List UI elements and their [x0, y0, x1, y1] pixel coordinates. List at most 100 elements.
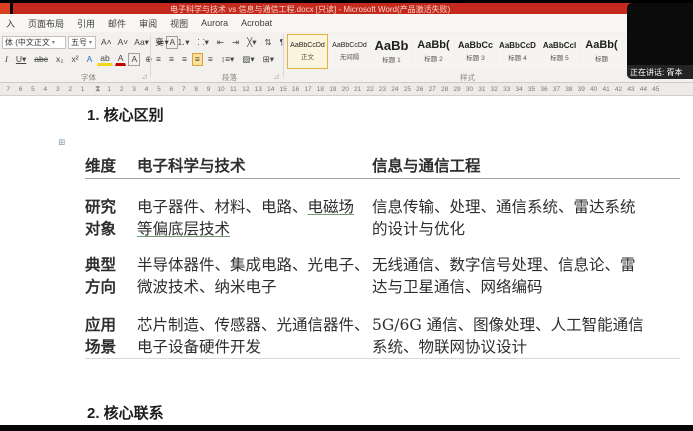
table-header-ee: 电子科学与技术	[137, 156, 246, 175]
font-group-row1: 体 (中文正文 ▾ 五号 ▾ A˄ A˅ Aa▾ 变 A	[2, 35, 179, 49]
tab-page-layout[interactable]: 页面布局	[28, 17, 64, 30]
italic-icon[interactable]: I	[2, 53, 11, 66]
style-heading-2[interactable]: AaBb( 标题 2	[413, 34, 454, 69]
heading-2: 2. 核心联系	[87, 405, 164, 422]
indent-marker-icon[interactable]: ⧗	[95, 84, 101, 94]
cell-ee: 芯片制造、传感器、光通信器件、 电子设备硬件开发	[137, 316, 370, 356]
paragraph-group-label: 段落	[222, 73, 237, 82]
group-divider	[150, 35, 151, 77]
borders-icon[interactable]: ⊞▾	[260, 53, 277, 66]
style-sample-text: AaBb	[374, 39, 409, 52]
font-name-combo[interactable]: 体 (中文正文 ▾	[2, 35, 66, 49]
window-titlebar: 电子科学与技术 vs 信息与通信工程.docx [只读] - Microsoft…	[13, 3, 693, 14]
increase-indent-icon[interactable]: ⇥	[229, 36, 242, 49]
paragraph-group-row1: ≔▾ ⒈▾ ⸬▾ ⇤ ⇥ ╳▾ ⇅ ¶	[153, 35, 287, 49]
underline-icon[interactable]: U▾	[13, 53, 29, 66]
chevron-down-icon: ▾	[89, 39, 93, 46]
style-label: 标题 4	[508, 54, 527, 62]
align-right-icon[interactable]: ≡	[179, 53, 190, 66]
tab-review[interactable]: 审阅	[139, 17, 157, 30]
justify-icon[interactable]: ≡	[191, 52, 203, 66]
style-label: 标题 5	[550, 54, 569, 62]
font-group-label: 字体	[81, 73, 96, 82]
cell-ice: 信息传输、处理、通信系统、雷达系统 的设计与优化	[372, 198, 636, 238]
subscript-icon[interactable]: x₂	[53, 53, 67, 66]
style-sample-text: AaBb(	[585, 40, 618, 51]
font-color-icon[interactable]: A	[114, 53, 127, 66]
align-center-icon[interactable]: ≡	[166, 53, 177, 66]
tab-references[interactable]: 引用	[77, 17, 95, 30]
tab-aurora[interactable]: Aurora	[201, 18, 228, 28]
asian-layout-icon[interactable]: ╳▾	[244, 36, 259, 49]
sort-icon[interactable]: ⇅	[262, 36, 275, 49]
grow-font-icon[interactable]: A˄	[98, 36, 115, 49]
style-sample-text: AaBbCcDd	[290, 42, 325, 49]
cell-ice: 无线通信、数字信号处理、信息论、雷 达与卫星通信、网络编码	[372, 256, 636, 296]
font-group-row2: I U▾ abc x₂ x² Aab A A ⊕	[2, 52, 155, 66]
styles-group-label: 样式	[460, 73, 475, 82]
paragraph-dialog-launcher-icon[interactable]: ◿	[274, 73, 279, 80]
superscript-icon[interactable]: x²	[69, 53, 82, 66]
screen-bottom-edge	[0, 425, 693, 431]
table-header-dimension: 维度	[85, 156, 117, 175]
style-heading-5[interactable]: AaBbCcl 标题 5	[539, 34, 580, 69]
decrease-indent-icon[interactable]: ⇤	[214, 36, 227, 49]
style-sample-text: AaBbCcDd	[332, 42, 367, 49]
distribute-icon[interactable]: ≡	[205, 53, 216, 66]
strikethrough-icon[interactable]: abc	[31, 53, 51, 66]
bullets-icon[interactable]: ≔▾	[153, 36, 172, 49]
text-effects-icon[interactable]: A	[84, 53, 96, 66]
ruler-margin-numbers: 7654321	[6, 86, 85, 93]
tab-view[interactable]: 视图	[170, 17, 188, 30]
style-label: 标题	[595, 56, 608, 63]
grammar-underlined-text: 电磁场	[307, 198, 355, 216]
cell-ee: 电子器件、材料、电路、电磁场 等偏底层技术	[137, 198, 355, 238]
align-left-icon[interactable]: ≡	[153, 53, 164, 66]
tab-insert-clipped[interactable]: 入	[6, 17, 15, 30]
multilevel-list-icon[interactable]: ⸬▾	[195, 36, 212, 49]
tab-mailings[interactable]: 邮件	[108, 17, 126, 30]
style-sample-text: AaBbCcD	[499, 41, 536, 50]
style-label: 无间隔	[339, 54, 360, 61]
style-no-spacing[interactable]: AaBbCcDd 无间隔	[329, 34, 370, 69]
speaker-video-overlay[interactable]: 正在讲话: 胥本	[627, 3, 693, 79]
shrink-font-icon[interactable]: A˅	[115, 36, 132, 49]
grammar-underlined-text: 等偏底层技术	[137, 220, 231, 238]
change-case-icon[interactable]: Aa▾	[131, 36, 152, 49]
horizontal-ruler[interactable]: 7654321 ⧗ 1 2 3 4 5 6 7 8 9 10 11 12 13 14 15 16 17 18 19 2…	[0, 83, 693, 96]
table-move-handle-icon[interactable]: ⊞	[58, 138, 66, 148]
shading-icon[interactable]: ▨▾	[239, 53, 257, 66]
speaker-name-label: 正在讲话: 胥本	[627, 65, 693, 79]
style-label: 标题 3	[466, 55, 485, 62]
style-sample-text: AaBbCcl	[542, 41, 577, 50]
show-marks-icon[interactable]: ¶	[277, 36, 288, 49]
style-gallery: AaBbCcDd 正文 AaBbCcDd 无间隔 AaBb 标题 1 AaBb(…	[287, 34, 664, 69]
table-header-rule	[85, 178, 680, 179]
font-size-combo[interactable]: 五号 ▾	[68, 35, 96, 49]
style-title[interactable]: AaBb( 标题	[581, 34, 622, 69]
style-label: 标题 1	[382, 57, 401, 64]
document-page[interactable]: 1. 核心区别 ⊞ 维度 电子科学与技术 信息与通信工程 研究 对象 电子器件、…	[0, 96, 693, 425]
paragraph-group-row2: ≡ ≡ ≡ ≡ ≡ ↕≡▾ ▨▾ ⊞▾	[153, 52, 277, 66]
highlight-color-icon[interactable]: ab	[97, 53, 113, 66]
style-heading-4[interactable]: AaBbCcD 标题 4	[497, 34, 538, 69]
group-divider	[283, 35, 284, 77]
numbering-icon[interactable]: ⒈▾	[174, 36, 193, 49]
tab-acrobat[interactable]: Acrobat	[241, 18, 272, 28]
chevron-down-icon: ▾	[51, 39, 55, 46]
style-heading-1[interactable]: AaBb 标题 1	[371, 34, 412, 69]
heading-1: 1. 核心区别	[87, 107, 164, 124]
style-heading-3[interactable]: AaBbCc 标题 3	[455, 34, 496, 69]
style-label: 正文	[301, 54, 314, 61]
table-bottom-rule	[85, 358, 680, 359]
character-shading-icon[interactable]: A	[128, 52, 141, 66]
cell-ice: 5G/6G 通信、图像处理、人工智能通信 系统、物联网协议设计	[372, 316, 644, 356]
style-normal[interactable]: AaBbCcDd 正文	[287, 34, 328, 69]
table-header-ice: 信息与通信工程	[372, 156, 481, 175]
style-sample-text: AaBbCc	[457, 41, 493, 50]
font-dialog-launcher-icon[interactable]: ◿	[142, 73, 147, 80]
style-sample-text: AaBb(	[417, 40, 450, 51]
row-label: 典型 方向	[85, 255, 117, 296]
line-spacing-icon[interactable]: ↕≡▾	[218, 53, 237, 66]
row-label: 研究 对象	[85, 197, 117, 238]
